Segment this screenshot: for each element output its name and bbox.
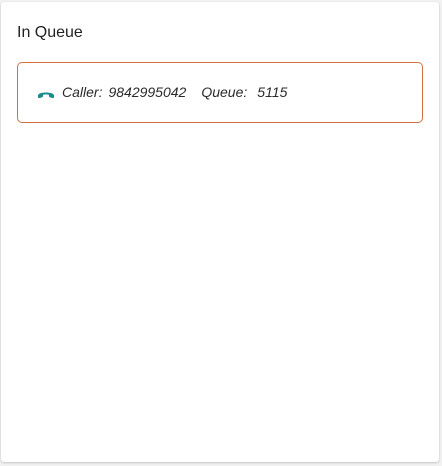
call-info: Caller: 9842995042 Queue: 5115 <box>62 82 287 102</box>
queue-label: Queue: <box>201 84 248 100</box>
queue-number: 5115 <box>257 84 288 100</box>
caller-number: 9842995042 <box>108 84 187 100</box>
in-queue-panel: In Queue Caller: 9842995042 Queue: 5115 <box>1 2 439 462</box>
queue-item[interactable]: Caller: 9842995042 Queue: 5115 <box>17 62 423 123</box>
phone-icon <box>36 86 56 100</box>
panel-title: In Queue <box>17 24 83 41</box>
caller-label: Caller: <box>62 84 103 100</box>
